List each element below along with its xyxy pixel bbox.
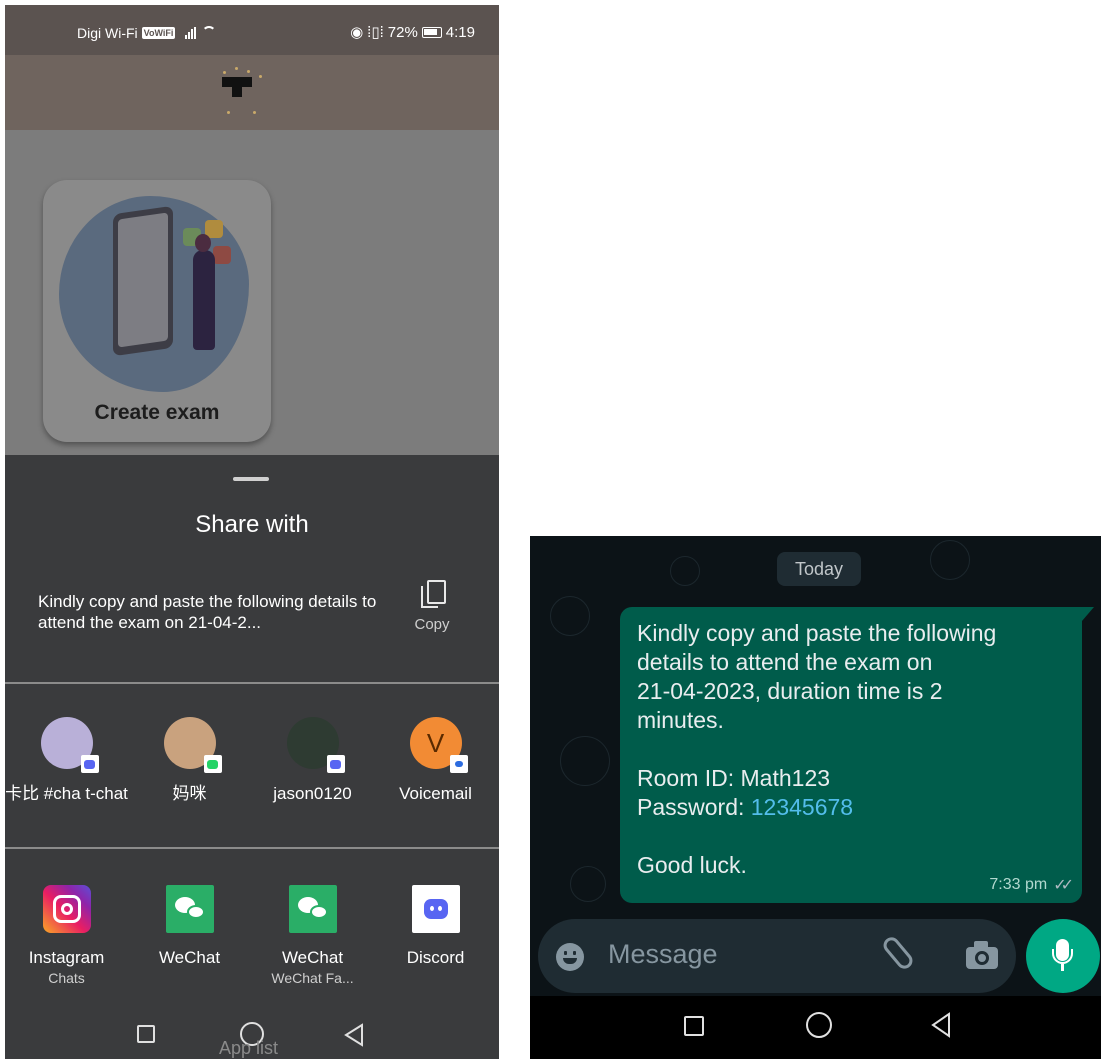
copy-button[interactable]: Copy bbox=[405, 580, 459, 633]
vowifi-badge: VoWiFi bbox=[141, 27, 176, 39]
divider bbox=[5, 847, 499, 849]
discord-icon bbox=[80, 755, 99, 773]
contact-name: Voicemail bbox=[399, 784, 472, 803]
person-illustration bbox=[193, 234, 215, 350]
app-name: Discord bbox=[406, 948, 465, 967]
app-list-label: App list bbox=[219, 1038, 279, 1058]
recents-button[interactable] bbox=[684, 1016, 704, 1036]
contact-name: 妈咪 bbox=[172, 784, 207, 803]
doodle bbox=[550, 596, 590, 636]
voice-record-button[interactable] bbox=[1026, 919, 1100, 993]
share-sheet-title: Share with bbox=[195, 511, 309, 538]
message-input[interactable]: Message bbox=[608, 939, 718, 970]
contact-name: 卡比 #cha t-chat bbox=[5, 784, 128, 803]
message-line: minutes. bbox=[637, 707, 724, 733]
avatar: V bbox=[409, 717, 468, 773]
app-subtitle: Chats bbox=[48, 970, 85, 986]
discord-icon bbox=[411, 885, 460, 933]
double-tick-icon: ✓✓ bbox=[1053, 877, 1074, 894]
share-target-contact[interactable]: jason0120 bbox=[251, 717, 374, 804]
doodle bbox=[560, 736, 610, 786]
confetti-decoration bbox=[217, 67, 267, 117]
app-name: Instagram bbox=[28, 948, 105, 967]
wechat-icon bbox=[288, 885, 337, 933]
message-meta: 7:33 pm ✓✓ bbox=[989, 875, 1074, 895]
battery-percent: 72% bbox=[387, 23, 418, 41]
share-target-contact[interactable]: V Voicemail bbox=[374, 717, 497, 804]
status-bar-left: Digi Wi-Fi VoWiFi bbox=[77, 25, 217, 41]
password-label: Password: bbox=[637, 794, 751, 820]
create-exam-card[interactable]: Create exam bbox=[43, 180, 271, 442]
avatar bbox=[163, 717, 222, 773]
home-button[interactable] bbox=[806, 1012, 832, 1038]
doodle bbox=[570, 866, 606, 902]
back-button[interactable] bbox=[930, 1012, 952, 1038]
message-line: 21-04-2023, duration time is 2 bbox=[637, 678, 943, 704]
message-text: Kindly copy and paste the following deta… bbox=[637, 619, 1077, 880]
share-target-contact[interactable]: 卡比 #cha t-chat bbox=[5, 717, 128, 804]
wechat-icon bbox=[165, 885, 214, 933]
app-name: WeChat bbox=[281, 948, 344, 967]
signal-icon bbox=[185, 27, 197, 39]
clock: 4:19 bbox=[445, 23, 475, 41]
camera-icon[interactable] bbox=[966, 941, 998, 969]
eye-icon: ◉ bbox=[350, 24, 364, 41]
avatar bbox=[286, 717, 345, 773]
message-icon bbox=[449, 755, 468, 773]
message-composer[interactable]: Message bbox=[538, 919, 1016, 993]
share-preview-text: Kindly copy and paste the following deta… bbox=[38, 592, 377, 632]
avatar-letter: V bbox=[426, 728, 445, 758]
message-line: details to attend the exam on bbox=[637, 649, 933, 675]
recents-button[interactable] bbox=[137, 1025, 155, 1043]
navigation-bar bbox=[530, 996, 1101, 1059]
doodle bbox=[930, 540, 970, 580]
share-target-contact[interactable]: 妈咪 bbox=[128, 717, 251, 804]
contact-name: jason0120 bbox=[273, 784, 352, 803]
share-target-app[interactable]: WeChat WeChat Fa... bbox=[251, 885, 374, 986]
share-sheet: Share with Kindly copy and paste the fol… bbox=[5, 455, 499, 1010]
app-header-banner bbox=[5, 55, 499, 130]
vibrate-icon: ⁞▯⁞ bbox=[367, 24, 384, 41]
navigation-bar: App list bbox=[5, 1010, 499, 1059]
carrier-label: Digi Wi-Fi bbox=[77, 25, 138, 41]
sent-message-bubble[interactable]: Kindly copy and paste the following deta… bbox=[620, 607, 1094, 903]
discord-icon bbox=[326, 755, 345, 773]
share-target-app[interactable]: Discord bbox=[374, 885, 497, 970]
right-phone-screenshot: Today Kindly copy and paste the followin… bbox=[530, 536, 1101, 1059]
status-bar: Digi Wi-Fi VoWiFi ◉ ⁞▯⁞ 72% 4:19 bbox=[5, 5, 499, 55]
graduation-cap-icon bbox=[222, 77, 252, 97]
password-line: Password: 12345678 bbox=[637, 793, 1077, 822]
copy-icon bbox=[420, 580, 446, 608]
battery-icon bbox=[421, 26, 442, 38]
doodle bbox=[670, 556, 700, 586]
share-target-app[interactable]: Instagram Chats bbox=[5, 885, 128, 986]
date-separator-chip: Today bbox=[777, 552, 861, 586]
message-time: 7:33 pm bbox=[989, 876, 1048, 893]
divider bbox=[5, 682, 499, 684]
cross-icon bbox=[213, 246, 231, 264]
tablet-illustration bbox=[113, 205, 173, 357]
message-line: Kindly copy and paste the following bbox=[637, 620, 997, 646]
left-phone-screenshot: Digi Wi-Fi VoWiFi ◉ ⁞▯⁞ 72% 4:19 Create … bbox=[5, 5, 499, 1059]
app-subtitle: WeChat Fa... bbox=[271, 970, 354, 986]
avatar bbox=[40, 717, 99, 773]
attach-icon[interactable] bbox=[880, 934, 916, 972]
status-bar-right: ◉ ⁞▯⁞ 72% 4:19 bbox=[350, 23, 475, 42]
copy-label: Copy bbox=[414, 616, 450, 633]
room-id-line: Room ID: Math123 bbox=[637, 765, 831, 791]
share-target-app[interactable]: WeChat bbox=[128, 885, 251, 970]
back-button[interactable] bbox=[343, 1023, 365, 1047]
wifi-icon bbox=[202, 26, 217, 40]
password-phone-link[interactable]: 12345678 bbox=[751, 794, 853, 820]
instagram-icon bbox=[42, 885, 91, 933]
drag-handle[interactable] bbox=[233, 477, 269, 481]
whatsapp-icon bbox=[203, 755, 222, 773]
emoji-icon[interactable] bbox=[556, 943, 584, 971]
create-exam-label: Create exam bbox=[94, 401, 220, 424]
app-name: WeChat bbox=[158, 948, 221, 967]
